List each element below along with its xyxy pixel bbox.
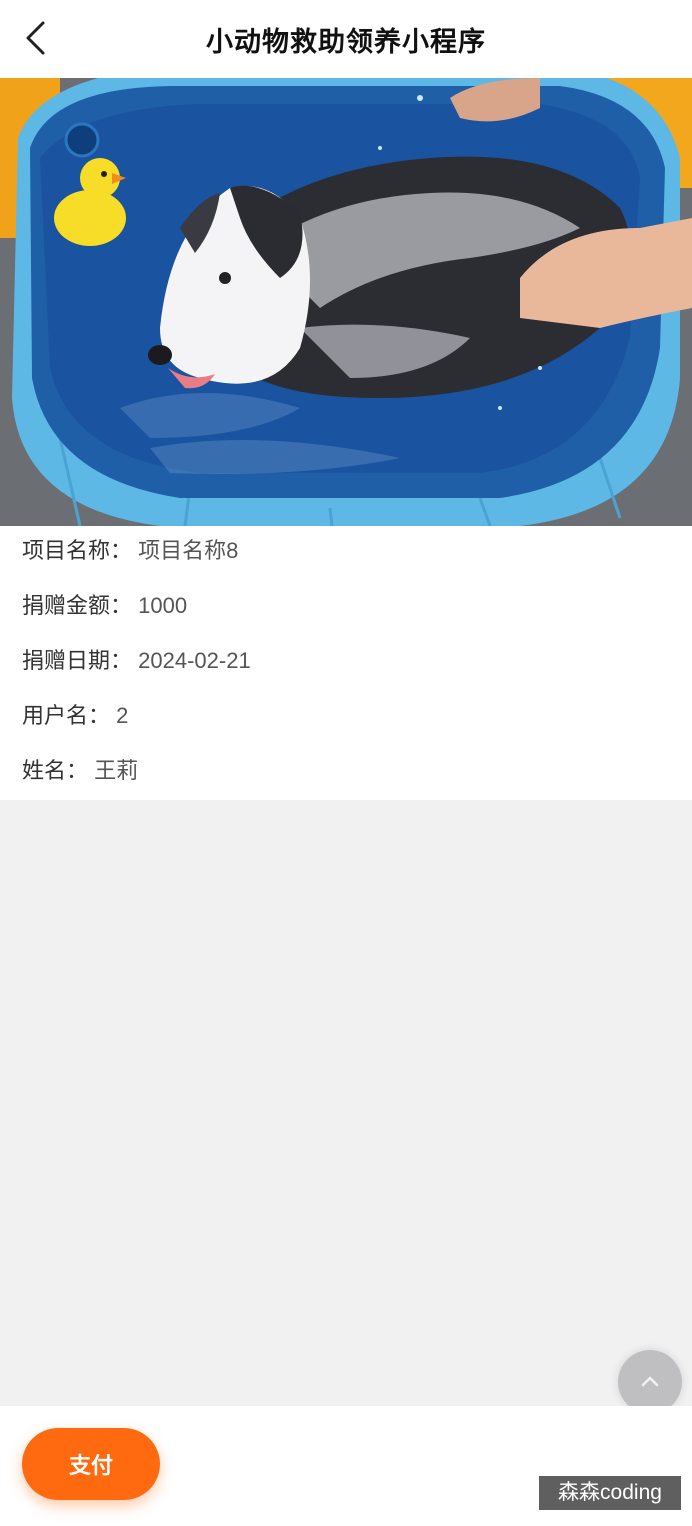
detail-row-name: 姓名： 王莉: [22, 756, 138, 786]
detail-row-date: 捐赠日期： 2024-02-21: [22, 646, 251, 676]
chevron-left-icon: [26, 21, 45, 55]
detail-label: 捐赠金额：: [22, 593, 133, 618]
carousel-image: [0, 78, 692, 526]
arrow-up-icon: [641, 1376, 659, 1387]
detail-row-project: 项目名称： 项目名称8: [22, 536, 238, 566]
detail-label: 项目名称：: [22, 538, 133, 563]
pay-button[interactable]: 支付: [22, 1428, 160, 1500]
nav-bar: 小动物救助领养小程序: [0, 0, 692, 78]
page: 小动物救助领养小程序 项目名称： 项目名称8 捐赠金额： 1000 捐赠日期： …: [0, 0, 692, 1526]
detail-label: 用户名：: [22, 703, 111, 728]
page-title: 小动物救助领养小程序: [206, 26, 486, 57]
watermark: 森森coding: [539, 1476, 681, 1510]
detail-value: 王莉: [94, 758, 139, 783]
back-button[interactable]: [18, 18, 52, 58]
detail-row-username: 用户名： 2: [22, 701, 128, 731]
detail-label: 捐赠日期：: [22, 648, 133, 673]
detail-value: 1000: [138, 593, 188, 618]
image-carousel[interactable]: [0, 78, 692, 526]
floating-action-button[interactable]: [618, 1350, 682, 1414]
detail-value: 项目名称8: [138, 538, 239, 563]
detail-value: 2: [116, 703, 129, 728]
detail-value: 2024-02-21: [138, 648, 251, 673]
detail-row-amount: 捐赠金额： 1000: [22, 591, 187, 621]
detail-label: 姓名：: [22, 758, 89, 783]
donation-details: 项目名称： 项目名称8 捐赠金额： 1000 捐赠日期： 2024-02-21 …: [0, 526, 692, 800]
